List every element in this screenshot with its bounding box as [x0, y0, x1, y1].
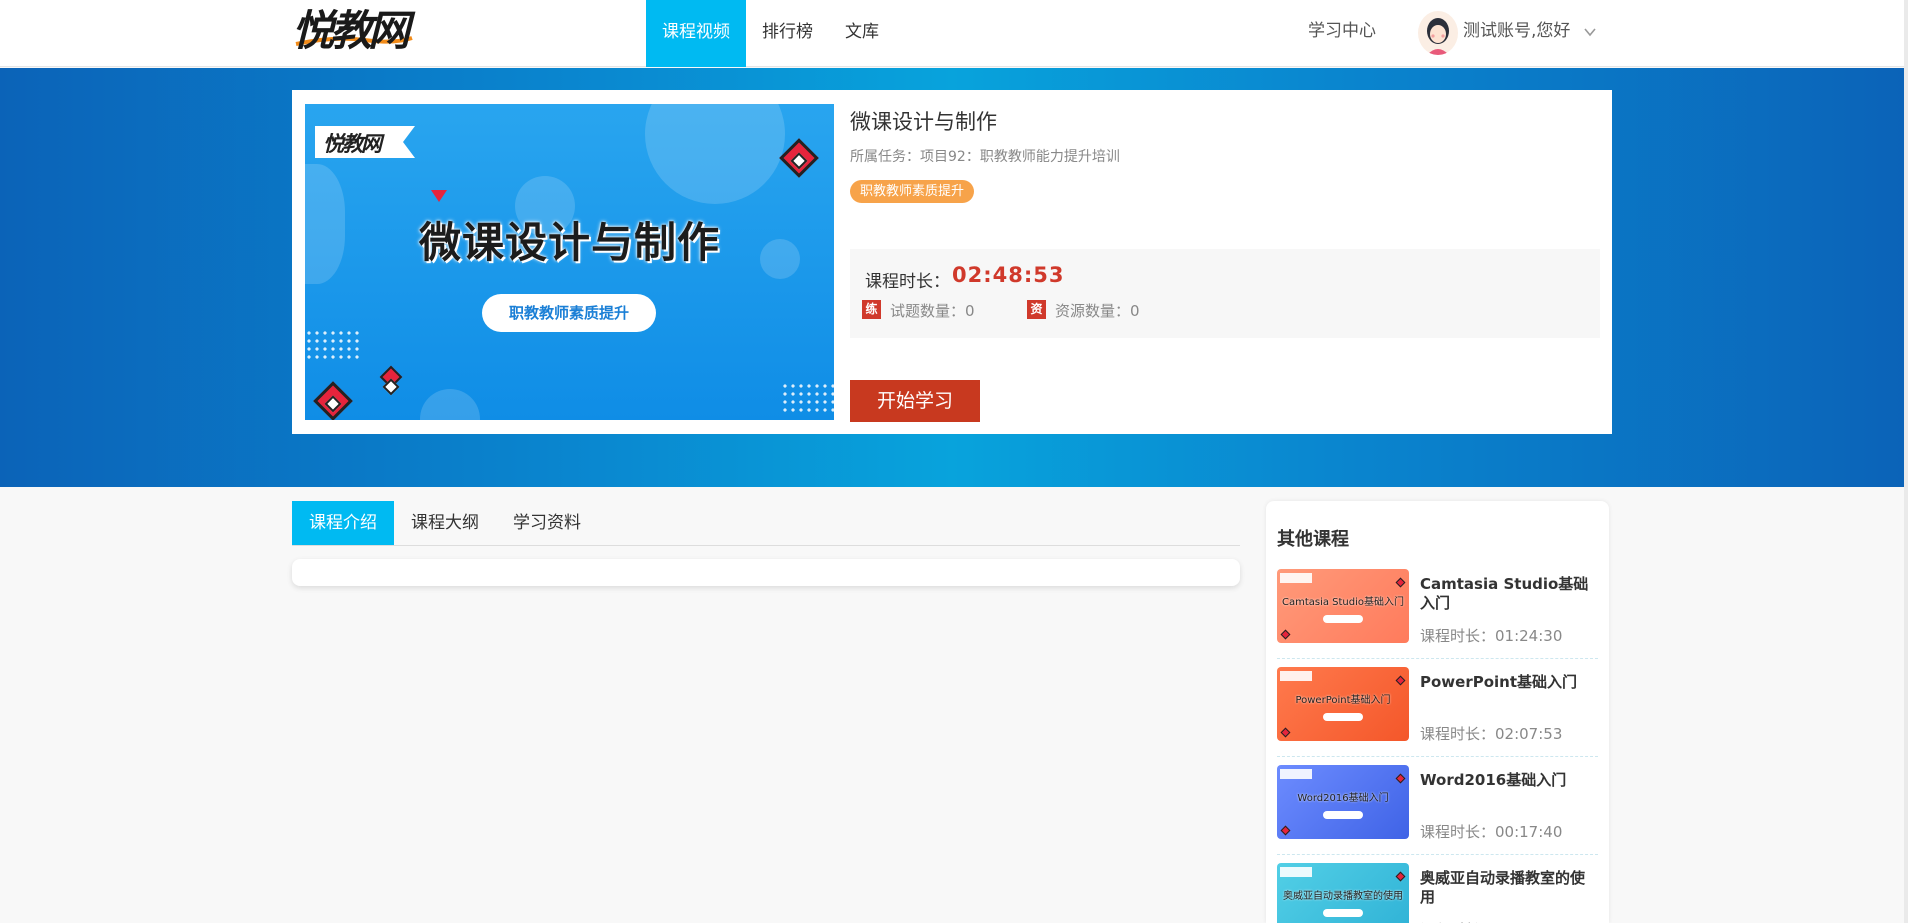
course-task: 所属任务：项目92：职教教师能力提升培训 [850, 149, 1120, 165]
page-scrollbar[interactable] [1904, 0, 1908, 923]
course-name[interactable]: 奥威亚自动录播教室的使用 [1420, 869, 1598, 907]
course-duration: 课程时长：02:07:53 [1420, 725, 1563, 743]
list-item[interactable]: PowerPoint基础入门 PowerPoint基础入门 课程时长：02:07:5… [1277, 659, 1598, 757]
logo-text: 悦教网 [292, 6, 410, 55]
thumb-logo [1280, 671, 1312, 681]
tab-materials[interactable]: 学习资料 [496, 501, 598, 545]
cover-logo-text: 悦教网 [323, 131, 382, 156]
thumb-title: 奥威亚自动录播教室的使用 [1283, 891, 1403, 902]
resource-icon: 资 [1027, 300, 1046, 319]
course-name[interactable]: PowerPoint基础入门 [1420, 673, 1598, 692]
learn-center-link[interactable]: 学习中心 [1308, 0, 1376, 63]
course-thumbnail[interactable]: Camtasia Studio基础入门 [1277, 569, 1409, 643]
course-stats: 课程时长： 02:48:53 练 试题数量：0 资 资源数量：0 [850, 249, 1600, 338]
course-duration: 课程时长：00:49:24 [1420, 919, 1562, 923]
thumb-logo [1280, 573, 1312, 583]
triangle-icon [431, 190, 447, 202]
diamond-icon [1280, 825, 1291, 836]
cover-title: 微课设计与制作 [418, 218, 720, 267]
avatar[interactable] [1418, 11, 1458, 55]
quiz-count: 试题数量：0 [890, 302, 975, 320]
cover-bubble [420, 389, 480, 420]
course-thumbnail[interactable]: 奥威亚自动录播教室的使用 [1277, 863, 1409, 923]
course-tag: 职教教师素质提升 [850, 180, 975, 203]
course-duration: 课程时长：00:17:40 [1420, 823, 1563, 841]
diamond-icon [1280, 629, 1291, 640]
nav-course-video[interactable]: 课程视频 [646, 0, 746, 67]
nav-ranking[interactable]: 排行榜 [746, 0, 829, 67]
course-name[interactable]: Word2016基础入门 [1420, 771, 1598, 790]
course-thumbnail[interactable]: PowerPoint基础入门 [1277, 667, 1409, 741]
diamond-icon [1395, 577, 1406, 588]
thumb-pill [1323, 909, 1363, 917]
cover-bubble [645, 104, 785, 204]
nav-library[interactable]: 文库 [829, 0, 895, 67]
thumb-title: Word2016基础入门 [1297, 793, 1389, 804]
diamond-icon [1395, 871, 1406, 882]
top-header: 悦教网 课程视频 排行榜 文库 学习中心 测试账号,您好 [0, 0, 1904, 67]
quiz-icon: 练 [862, 300, 881, 319]
course-cover: 悦教网 微课设计与制作 职教教师素质提升 [305, 104, 834, 420]
diamond-icon [1280, 727, 1291, 738]
list-item[interactable]: 奥威亚自动录播教室的使用奥威亚自动录播教室的使用课程时长：00:49:24 [1277, 855, 1598, 923]
duration-value: 02:48:53 [952, 263, 1065, 287]
course-title: 微课设计与制作 [850, 110, 997, 134]
duration-label: 课程时长： [865, 272, 950, 292]
tab-content-panel [292, 559, 1240, 586]
thumb-title: Camtasia Studio基础入门 [1281, 597, 1405, 608]
thumb-logo [1280, 867, 1312, 877]
diamond-icon [313, 381, 353, 420]
thumb-pill [1323, 811, 1363, 819]
start-learning-button[interactable]: 开始学习 [850, 380, 980, 422]
other-courses-panel: 其他课程 Camtasia Studio基础入门 Camtasia Studio基… [1266, 501, 1609, 923]
cover-tag: 职教教师素质提升 [482, 294, 656, 332]
course-card: 悦教网 微课设计与制作 职教教师素质提升 微课设计与制作 所属任务：项目92：职… [292, 90, 1612, 434]
chevron-down-icon[interactable] [1584, 26, 1596, 38]
course-name[interactable]: Camtasia Studio基础入门 [1420, 575, 1598, 613]
other-courses-title: 其他课程 [1277, 529, 1349, 550]
list-item[interactable]: Camtasia Studio基础入门 Camtasia Studio基础入门课程… [1277, 561, 1598, 659]
resource-count: 资源数量：0 [1055, 302, 1140, 320]
user-avatar-icon [1427, 18, 1449, 55]
site-logo[interactable]: 悦教网 [292, 4, 424, 58]
dots-pattern [305, 329, 359, 363]
tab-intro[interactable]: 课程介绍 [292, 501, 394, 545]
cover-logo: 悦教网 [315, 126, 415, 158]
diamond-icon [779, 138, 819, 178]
user-greeting[interactable]: 测试账号,您好 [1463, 0, 1570, 63]
thumb-logo [1280, 769, 1312, 779]
dots-pattern [781, 382, 834, 416]
course-duration: 课程时长：01:24:30 [1420, 627, 1563, 645]
diamond-icon [1395, 675, 1406, 686]
course-tabs: 课程介绍 课程大纲 学习资料 [292, 501, 1240, 546]
course-thumbnail[interactable]: Word2016基础入门 [1277, 765, 1409, 839]
main-nav: 课程视频 排行榜 文库 [646, 0, 895, 67]
diamond-icon [1395, 773, 1406, 784]
thumb-pill [1323, 713, 1363, 721]
tab-outline[interactable]: 课程大纲 [394, 501, 496, 545]
list-item[interactable]: Word2016基础入门 Word2016基础入门 课程时长：00:17:40 [1277, 757, 1598, 855]
thumb-pill [1323, 615, 1363, 623]
diamond-icon [379, 365, 403, 389]
thumb-title: PowerPoint基础入门 [1295, 695, 1391, 706]
